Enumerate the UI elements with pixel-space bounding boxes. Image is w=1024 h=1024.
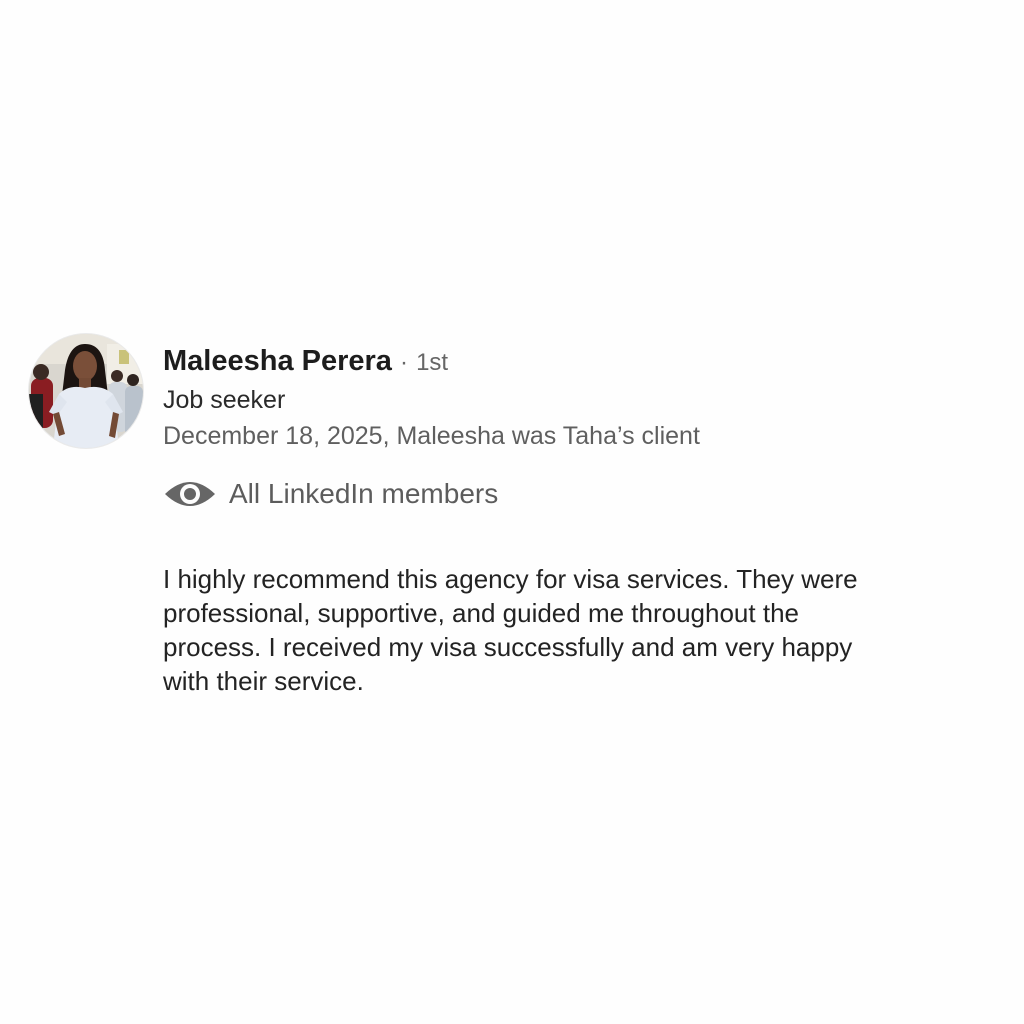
visibility-label: All LinkedIn members [229, 478, 499, 509]
eye-icon [163, 476, 217, 512]
recommendation-card: Maleesha Perera · 1st Job seeker Decembe… [0, 0, 1024, 1024]
author-name-row: Maleesha Perera · 1st [163, 341, 1003, 383]
recommendation-text: I highly recommend this agency for visa … [163, 564, 858, 696]
author-headline: Job seeker [163, 386, 286, 414]
author-name[interactable]: Maleesha Perera [163, 345, 392, 377]
degree-separator: · [400, 349, 408, 376]
relationship-meta: December 18, 2025, Maleesha was Taha’s c… [163, 422, 700, 450]
connection-degree: 1st [416, 349, 449, 376]
recommendation-header: Maleesha Perera · 1st Job seeker Decembe… [163, 341, 1003, 451]
profile-avatar[interactable] [29, 334, 143, 448]
visibility-setting[interactable]: All LinkedIn members [163, 476, 498, 512]
profile-photo [29, 334, 143, 448]
